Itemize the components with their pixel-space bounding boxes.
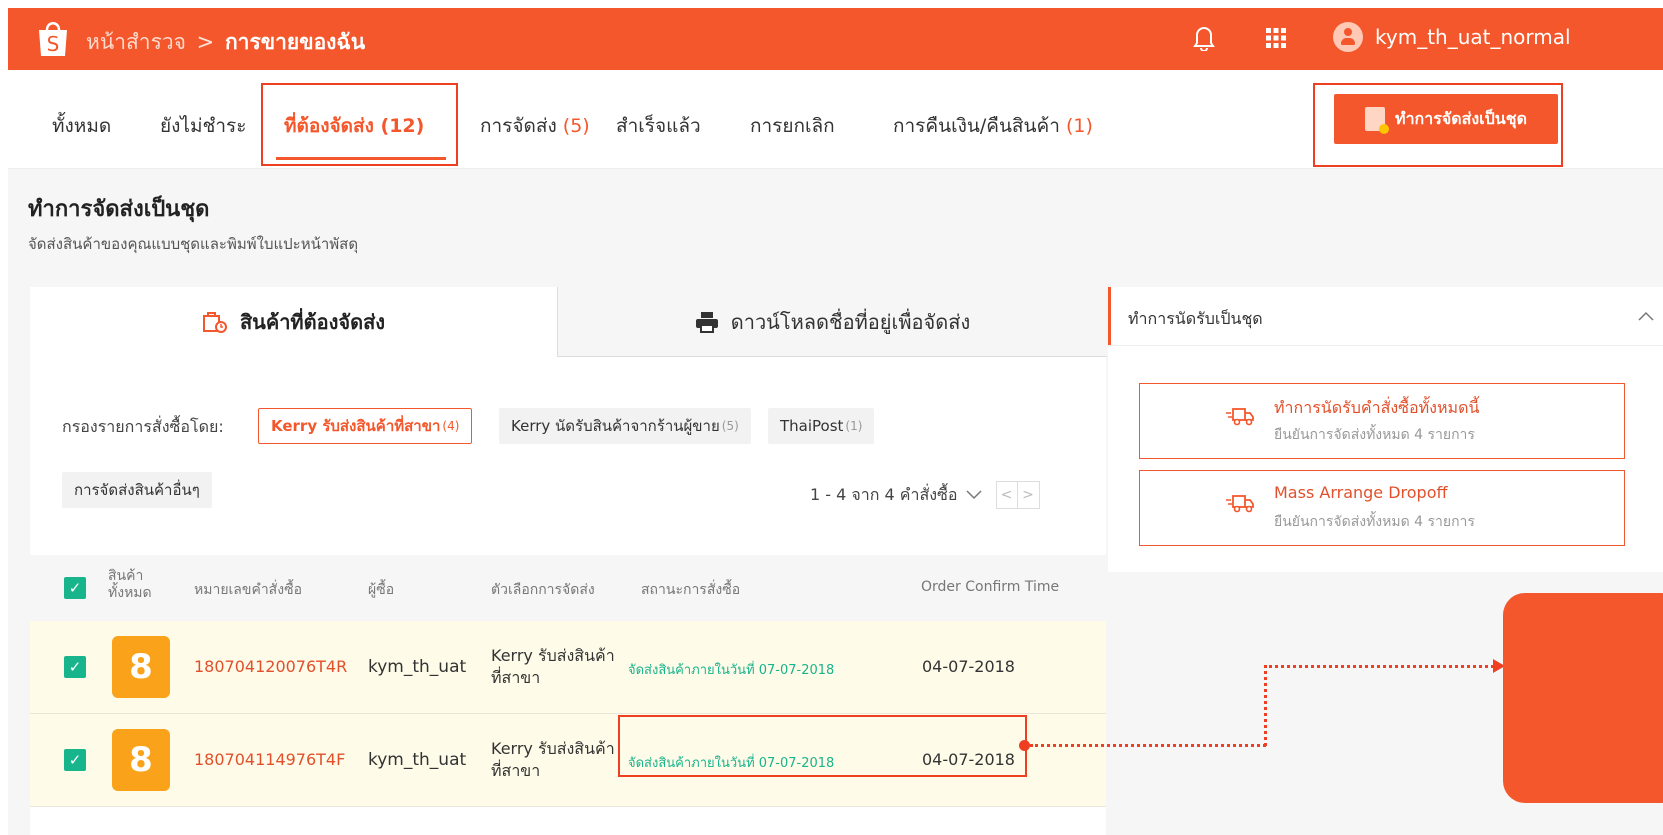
breadcrumb-home[interactable]: หน้าสำรวจ bbox=[86, 30, 186, 54]
option-subtitle: ยืนยันการจัดส่งทั้งหมด 4 รายการ bbox=[1274, 514, 1475, 530]
col-order-status: สถานะการสั่งซื้อ bbox=[641, 582, 741, 598]
pagination-summary[interactable]: 1 - 4 จาก 4 คำสั่งซื้อ bbox=[810, 483, 958, 508]
arrange-pickup-all-button[interactable]: ทำการนัดรับคำสั่งซื้อทั้งหมดนี้ ยืนยันกา… bbox=[1139, 383, 1625, 459]
orders-table-header: ✓ สินค้า ทั้งหมด หมายเลขคำสั่งซื้อ ผู้ซื… bbox=[30, 555, 1106, 621]
col-shipping-option: ตัวเลือกการจัดส่ง bbox=[491, 582, 595, 598]
page-subtitle: จัดส่งสินค้าของคุณแบบชุดและพิมพ์ใบแปะหน้… bbox=[28, 235, 359, 253]
product-quantity-badge: 8 bbox=[112, 636, 170, 698]
highlight-box-to-ship-tab bbox=[261, 83, 458, 166]
annotation-connector bbox=[1030, 744, 1266, 747]
truck-icon bbox=[1226, 495, 1254, 513]
mass-arrange-panel: ทำการนัดรับเป็นชุด ทำการนัดรับคำสั่งซื้อ… bbox=[1108, 287, 1663, 572]
user-menu[interactable]: kym_th_uat_normal bbox=[1333, 22, 1571, 52]
row-checkbox[interactable]: ✓ bbox=[64, 656, 86, 678]
buyer-name: kym_th_uat bbox=[368, 750, 467, 770]
tab-return-count: (1) bbox=[1065, 115, 1093, 137]
annotation-dot bbox=[1019, 740, 1030, 751]
svg-text:S: S bbox=[47, 32, 60, 56]
tab-cancelled[interactable]: การยกเลิก bbox=[750, 111, 835, 141]
order-id[interactable]: 180704114976T4F bbox=[194, 750, 345, 769]
tab-all[interactable]: ทั้งหมด bbox=[52, 111, 111, 141]
user-avatar-icon bbox=[1333, 22, 1363, 52]
breadcrumb-current: การขายของฉัน bbox=[224, 30, 366, 54]
filter-chip-kerry-branch[interactable]: Kerry รับส่งสินค้าที่สาขา (4) bbox=[258, 408, 473, 444]
panel-header[interactable]: ทำการนัดรับเป็นชุด bbox=[1108, 287, 1663, 346]
username: kym_th_uat_normal bbox=[1375, 25, 1571, 49]
option-title: ทำการนัดรับคำสั่งซื้อทั้งหมดนี้ bbox=[1274, 398, 1480, 417]
breadcrumb-separator: > bbox=[196, 30, 215, 54]
tab-return-refund[interactable]: การคืนเงิน/คืนสินค้า (1) bbox=[893, 111, 1093, 141]
chevron-up-icon[interactable] bbox=[1638, 311, 1654, 321]
panel-accent-bar bbox=[1108, 287, 1111, 345]
col-buyer: ผู้ซื้อ bbox=[368, 582, 395, 598]
pagination: 1 - 4 จาก 4 คำสั่งซื้อ < > bbox=[810, 481, 1040, 509]
order-status: จัดส่งสินค้าภายในวันที่ 07-07-2018 bbox=[628, 663, 835, 678]
top-header: S หน้าสำรวจ > การขายของฉัน kym_th_uat_no… bbox=[8, 8, 1663, 70]
printer-icon bbox=[695, 311, 718, 333]
filter-chip-thaipost[interactable]: ThaiPost (1) bbox=[768, 408, 875, 444]
shipping-option: Kerry รับส่งสินค้า ที่สาขา bbox=[491, 739, 615, 780]
shipping-option: Kerry รับส่งสินค้า ที่สาขา bbox=[491, 646, 615, 687]
col-confirm-time: Order Confirm Time bbox=[921, 579, 1060, 595]
tab-unpaid[interactable]: ยังไม่ชำระ bbox=[160, 111, 246, 141]
next-page-button[interactable]: > bbox=[1017, 481, 1040, 509]
highlight-box-mass-ship-button bbox=[1313, 83, 1563, 167]
app-screen: S หน้าสำรวจ > การขายของฉัน kym_th_uat_no… bbox=[8, 8, 1663, 835]
confirm-time: 04-07-2018 bbox=[922, 657, 1015, 676]
annotation-connector bbox=[1264, 665, 1494, 668]
panel-title: ทำการนัดรับเป็นชุด bbox=[1128, 309, 1263, 328]
truck-icon bbox=[1226, 408, 1254, 426]
highlight-box-order-status bbox=[618, 715, 1027, 777]
shopee-bag-icon[interactable]: S bbox=[36, 18, 70, 58]
chevron-down-icon[interactable] bbox=[966, 490, 982, 500]
tab-download-addresses[interactable]: ดาวน์โหลดชื่อที่อยู่เพื่อจัดส่ง bbox=[557, 287, 1107, 357]
option-title: Mass Arrange Dropoff bbox=[1274, 483, 1448, 502]
mass-arrange-dropoff-button[interactable]: Mass Arrange Dropoff ยืนยันการจัดส่งทั้ง… bbox=[1139, 470, 1625, 546]
annotation-callout bbox=[1503, 593, 1663, 803]
filter-chip-other-shipping[interactable]: การจัดส่งสินค้าอื่นๆ bbox=[62, 472, 212, 508]
tab-completed[interactable]: สำเร็จแล้ว bbox=[616, 111, 701, 141]
tab-shipping[interactable]: การจัดส่ง (5) bbox=[480, 111, 590, 141]
filter-label: กรองรายการสั่งซื้อโดย: bbox=[62, 417, 224, 436]
row-checkbox[interactable]: ✓ bbox=[64, 749, 86, 771]
col-all-products: สินค้า ทั้งหมด bbox=[108, 568, 152, 601]
package-icon bbox=[202, 312, 227, 333]
col-order-number: หมายเลขคำสั่งซื้อ bbox=[194, 582, 302, 598]
prev-page-button[interactable]: < bbox=[995, 481, 1018, 509]
breadcrumb: หน้าสำรวจ > การขายของฉัน bbox=[86, 26, 365, 59]
buyer-name: kym_th_uat bbox=[368, 657, 467, 677]
tab-shipping-count: (5) bbox=[562, 115, 590, 137]
annotation-connector bbox=[1264, 665, 1267, 746]
page-title: ทำการจัดส่งเป็นชุด bbox=[28, 197, 210, 222]
tab-products-to-ship[interactable]: สินค้าที่ต้องจัดส่ง bbox=[30, 287, 557, 357]
order-id[interactable]: 180704120076T4R bbox=[194, 657, 347, 676]
filter-chip-kerry-pickup[interactable]: Kerry นัดรับสินค้าจากร้านผู้ขาย (5) bbox=[499, 408, 751, 444]
option-subtitle: ยืนยันการจัดส่งทั้งหมด 4 รายการ bbox=[1274, 427, 1475, 443]
apps-grid-icon[interactable] bbox=[1266, 28, 1286, 48]
select-all-checkbox[interactable]: ✓ bbox=[64, 577, 86, 599]
bell-icon[interactable] bbox=[1193, 25, 1215, 51]
table-row[interactable]: ✓ 8 180704120076T4R kym_th_uat Kerry รับ… bbox=[30, 621, 1106, 714]
product-quantity-badge: 8 bbox=[112, 729, 170, 791]
